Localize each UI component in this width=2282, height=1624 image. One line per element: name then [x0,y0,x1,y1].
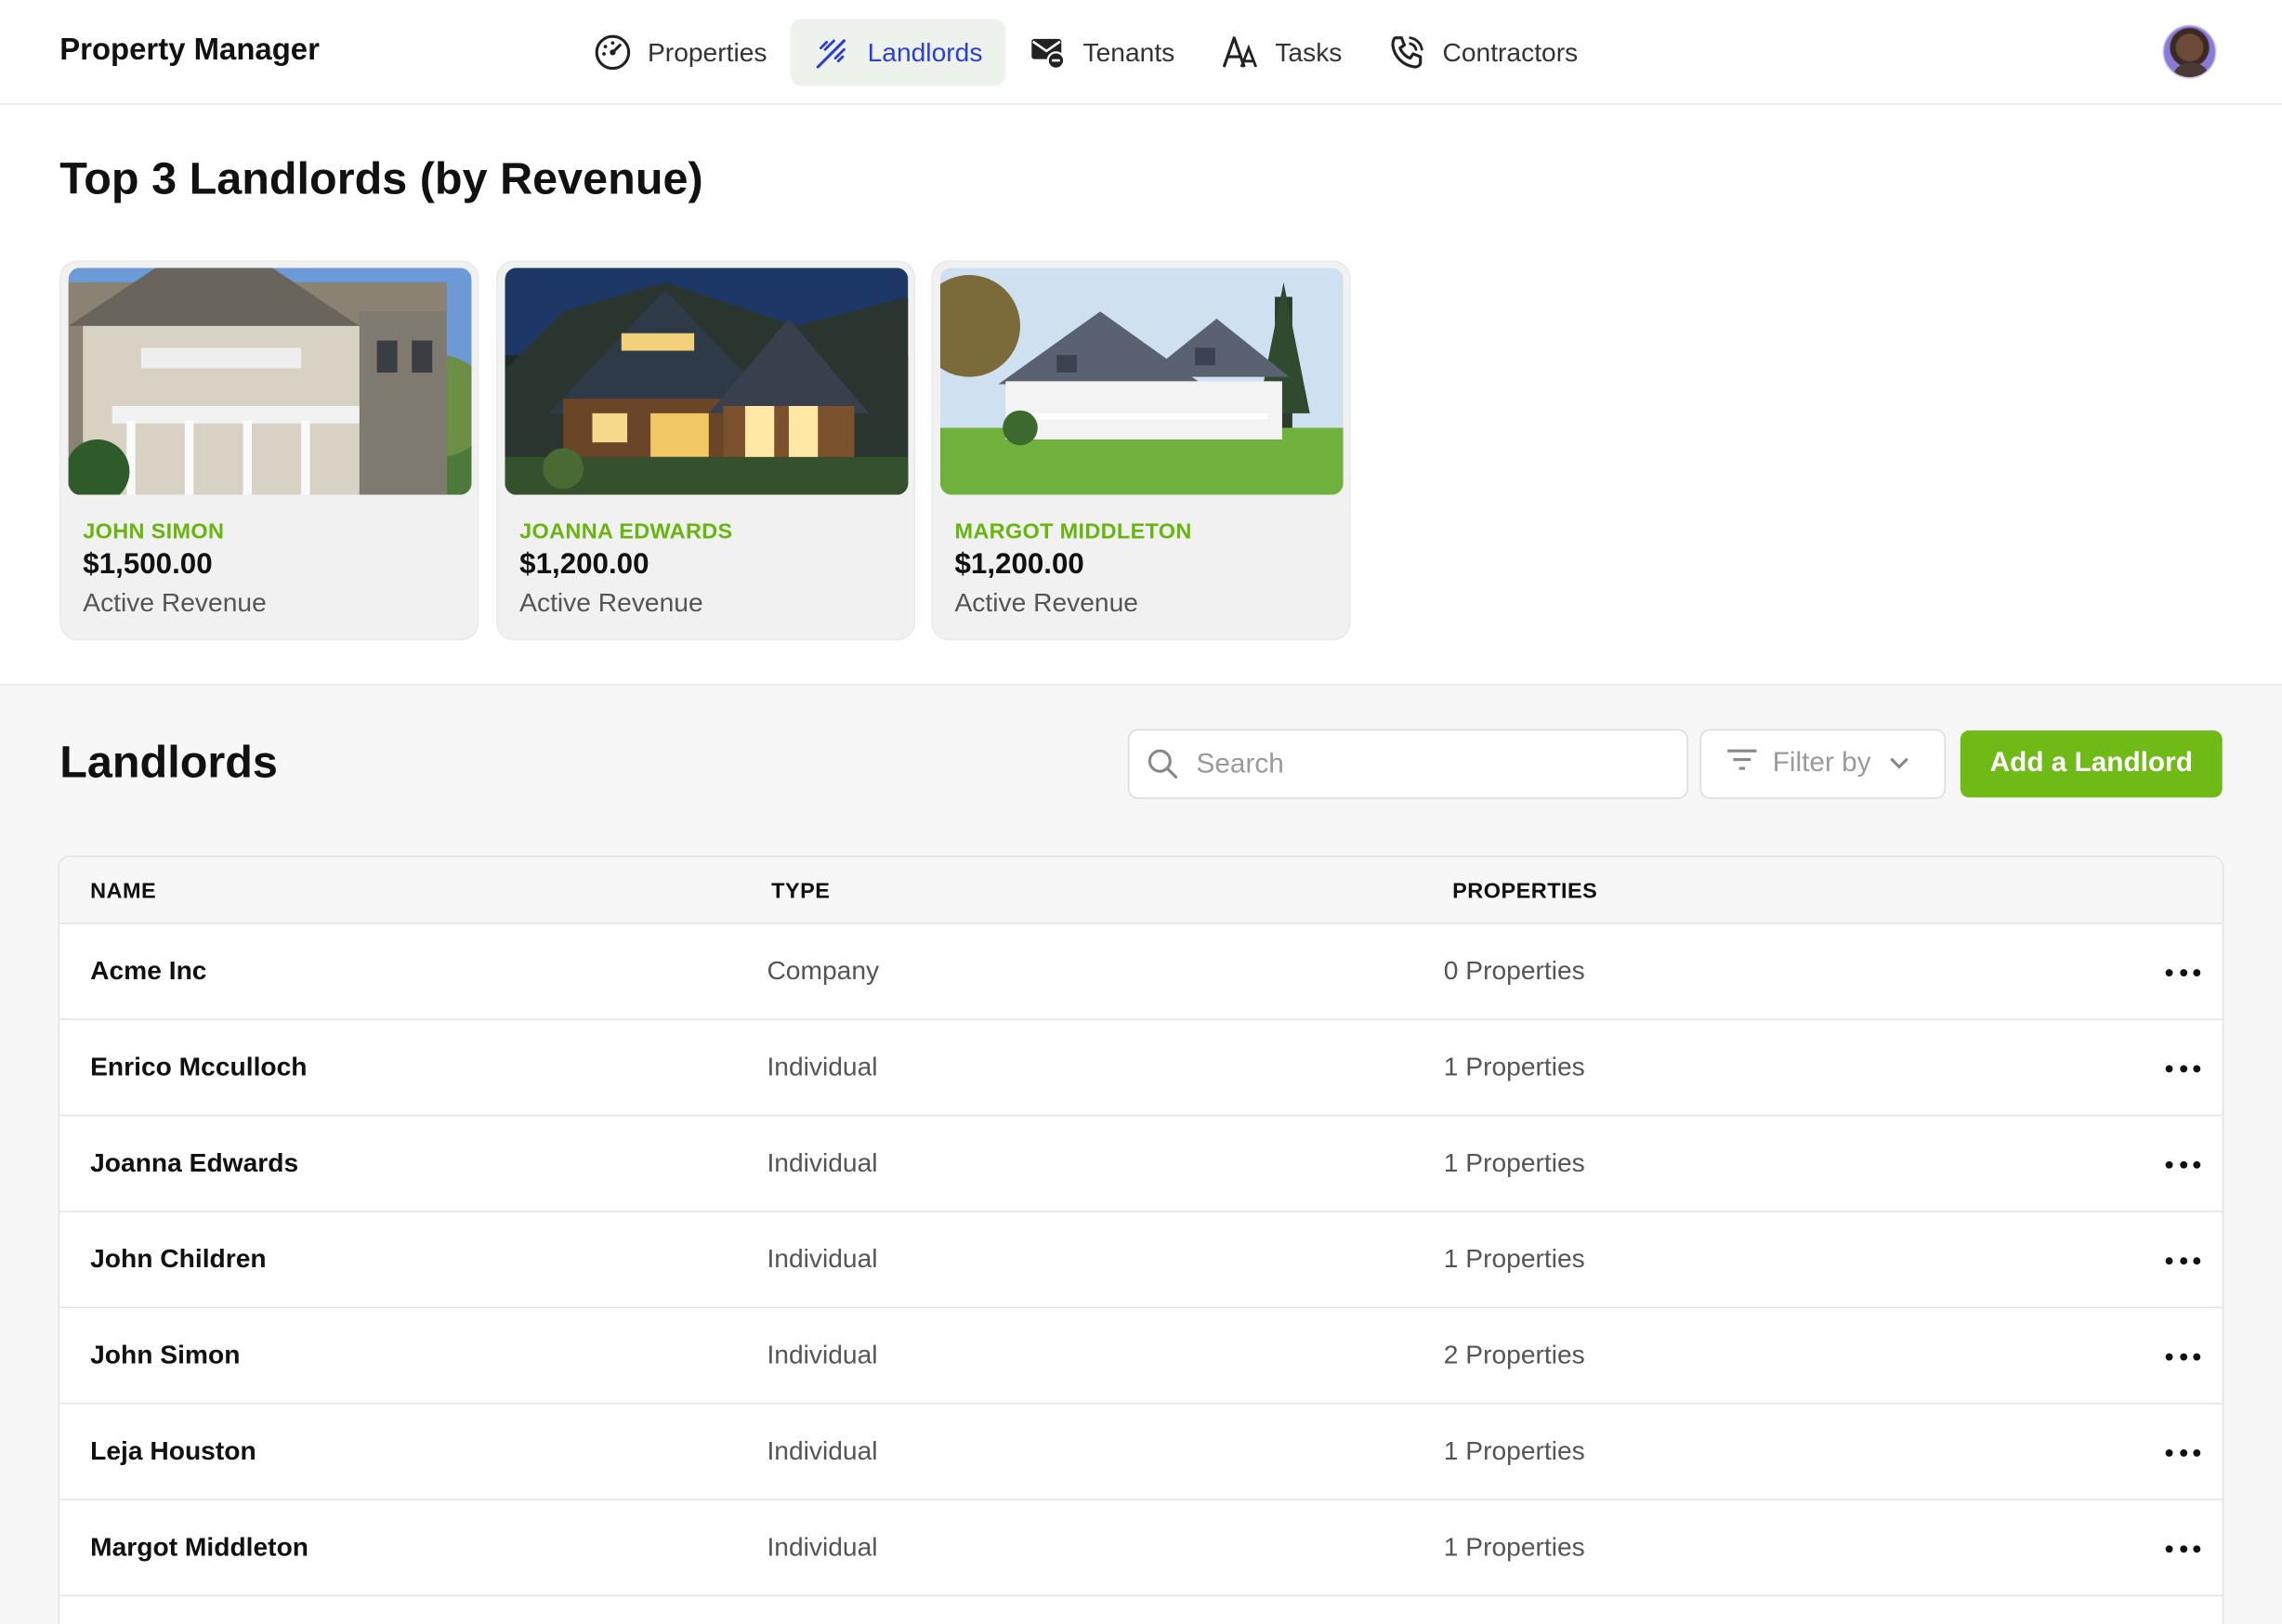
landlord-type: Individual [767,1435,878,1466]
table-row[interactable]: Enrico Mcculloch Individual 1 Properties [59,1020,2223,1117]
top-landlords-title: Top 3 Landlords (by Revenue) [59,152,703,204]
landlord-properties: 1 Properties [1443,1052,1585,1081]
filter-label: Filter by [1772,748,1871,779]
landlord-card[interactable]: JOHN SIMON $1,500.00 Active Revenue [59,260,479,641]
landlord-name: John Children [90,1244,267,1274]
table-row[interactable]: John Children Individual 1 Properties [59,1212,2223,1309]
table-row[interactable]: John Simon Individual 2 Properties [59,1308,2223,1405]
nav-item-tenants[interactable]: Tenants [1005,19,1198,85]
phone-ringing-icon [1389,33,1427,72]
more-options-icon[interactable] [2165,1341,2201,1372]
landlord-type: Individual [767,1340,878,1369]
landlord-properties: 1 Properties [1443,1244,1585,1274]
landlord-properties: 0 Properties [1443,956,1585,986]
top-landlords-section: Top 3 Landlords (by Revenue) JOHN SIMON … [0,104,2282,686]
landlord-card-name: MARGOT MIDDLETON [954,519,1192,544]
more-options-icon[interactable] [2165,1532,2201,1564]
landlords-list-section: Landlords Filter by Add a Landlord NAME … [0,685,2282,1624]
landlord-card-name: JOHN SIMON [83,519,225,544]
white-farmhouse-photo [939,268,1344,495]
mail-minus-icon [1030,33,1068,72]
nav-item-tasks[interactable]: Tasks [1198,19,1365,85]
top-navigation-bar: Property Manager Properties Landlords Te… [0,0,2282,105]
nav-item-label: Properties [648,36,767,67]
dashboard-gauge-icon [594,33,632,72]
nav-item-label: Tenants [1082,36,1175,67]
text-font-icon [1221,33,1259,72]
landlord-properties: 1 Properties [1443,1532,1585,1562]
landlord-name: Enrico Mcculloch [90,1052,308,1081]
landlord-card-caption: Active Revenue [519,587,703,618]
landlord-type: Company [767,956,880,986]
more-options-icon[interactable] [2165,1244,2201,1276]
landlord-card[interactable]: JOANNA EDWARDS $1,200.00 Active Revenue [496,260,916,641]
landlord-type: Individual [767,1244,878,1274]
landlord-type: Individual [767,1532,878,1562]
landlord-card-amount: $1,500.00 [83,548,213,581]
night-lodge-house-photo [505,268,909,495]
landlord-properties: 1 Properties [1443,1435,1585,1466]
landlord-card[interactable]: MARGOT MIDDLETON $1,200.00 Active Revenu… [931,260,1351,641]
app-title: Property Manager [59,33,320,68]
nav-item-contractors[interactable]: Contractors [1365,19,1601,85]
landlord-type: Individual [767,1052,878,1081]
filter-lines-icon [1726,747,1758,782]
search-icon [1147,748,1178,787]
landlord-name: John Simon [90,1340,241,1369]
user-avatar[interactable] [2162,24,2217,79]
landlord-card-caption: Active Revenue [83,587,267,618]
landlord-properties: 2 Properties [1443,1340,1585,1369]
landlord-name: Margot Middleton [90,1532,309,1562]
nav-item-landlords[interactable]: Landlords [790,19,1006,86]
landlord-name: Leja Houston [90,1435,256,1466]
landlord-properties: 1 Properties [1443,1147,1585,1178]
main-nav: Properties Landlords Tenants Tasks Contr… [570,19,1601,86]
column-header-name[interactable]: NAME [90,879,156,904]
nav-item-label: Landlords [867,36,983,67]
landlord-name: Acme Inc [90,956,207,986]
table-row[interactable]: Leja Houston Individual 1 Properties [59,1404,2223,1500]
table-row[interactable]: Joanna Edwards Individual 1 Properties [59,1116,2223,1212]
victorian-house-photo [68,268,472,495]
chevron-down-icon [1888,748,1908,779]
nav-item-label: Tasks [1275,36,1343,67]
add-landlord-button[interactable]: Add a Landlord [1960,730,2223,798]
nav-item-properties[interactable]: Properties [570,19,791,85]
more-options-icon[interactable] [2165,1052,2201,1083]
landlord-card-caption: Active Revenue [954,587,1138,618]
search-box[interactable] [1127,728,1688,799]
nav-item-label: Contractors [1442,36,1579,67]
landlords-title: Landlords [59,736,278,788]
landlord-card-amount: $1,200.00 [519,548,649,581]
search-input[interactable] [1196,744,1662,786]
landlord-type: Individual [767,1147,878,1178]
column-header-type[interactable]: TYPE [771,879,830,904]
landlords-table: NAME TYPE PROPERTIES Acme Inc Company 0 … [58,855,2224,1624]
table-row[interactable]: Margot Middleton Individual 1 Properties [59,1500,2223,1597]
table-header: NAME TYPE PROPERTIES [59,857,2223,924]
more-options-icon[interactable] [2165,956,2201,988]
more-options-icon[interactable] [2165,1148,2201,1180]
column-header-properties[interactable]: PROPERTIES [1452,879,1597,904]
landlord-card-name: JOANNA EDWARDS [519,519,733,544]
landlord-card-amount: $1,200.00 [954,548,1084,581]
more-options-icon[interactable] [2165,1436,2201,1468]
landlord-name: Joanna Edwards [90,1147,299,1178]
table-row[interactable]: Acme Inc Company 0 Properties [59,924,2223,1020]
filter-dropdown[interactable]: Filter by [1699,728,1947,799]
feather-pen-icon [814,33,852,72]
